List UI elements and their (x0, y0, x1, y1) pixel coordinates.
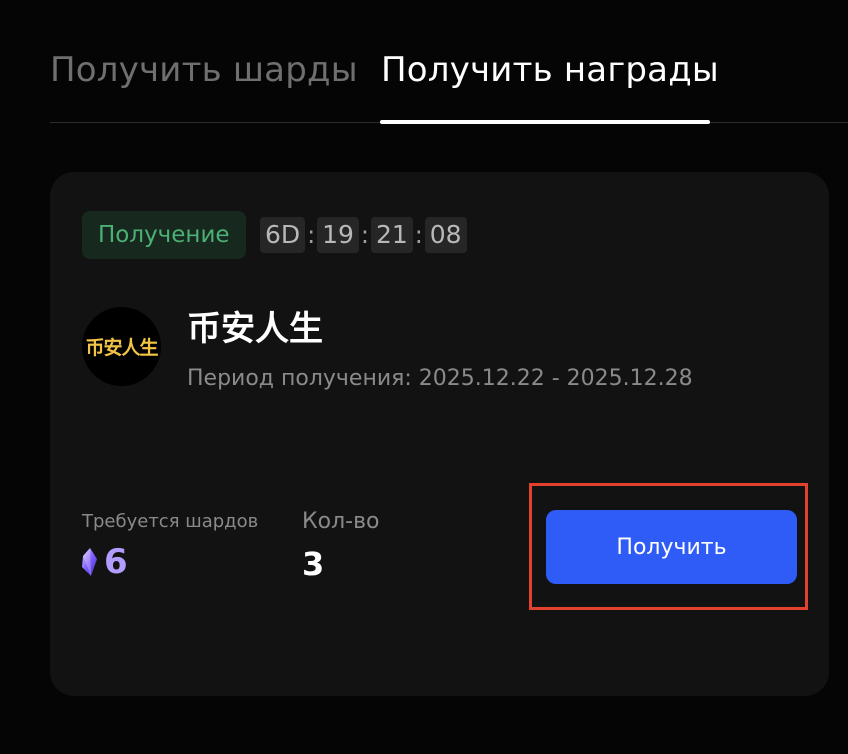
countdown-timer: 6D : 19 : 21 : 08 (260, 217, 467, 253)
active-tab-indicator (380, 120, 710, 124)
avatar-text: 币安人生 (85, 337, 158, 359)
reward-card: Получение 6D : 19 : 21 : 08 币安人生 币安人生 Пе… (50, 172, 829, 696)
tab-get-rewards[interactable]: Получить награды (381, 50, 719, 90)
claim-period: Период получения: 2025.12.22 - 2025.12.2… (187, 366, 693, 391)
timer-seconds: 08 (424, 217, 467, 253)
required-shards-number: 6 (104, 542, 128, 582)
timer-separator: : (360, 221, 370, 249)
quantity-value: 3 (302, 545, 325, 583)
reward-avatar: 币安人生 (82, 307, 161, 386)
reward-title: 币安人生 (187, 309, 323, 349)
status-badge: Получение (82, 211, 246, 259)
timer-separator: : (414, 221, 423, 249)
tab-bar: Получить шарды Получить награды (50, 0, 848, 124)
claim-button[interactable]: Получить (546, 510, 797, 584)
timer-days: 6D (260, 217, 306, 253)
timer-minutes: 21 (370, 217, 413, 253)
required-shards-value: 6 (80, 542, 128, 582)
tab-get-shards[interactable]: Получить шарды (50, 50, 358, 90)
timer-hours: 19 (317, 217, 359, 253)
crystal-shard-icon (82, 548, 97, 576)
quantity-label: Кол-во (302, 509, 380, 534)
timer-separator: : (307, 221, 316, 249)
required-shards-label: Требуется шардов (82, 511, 259, 532)
